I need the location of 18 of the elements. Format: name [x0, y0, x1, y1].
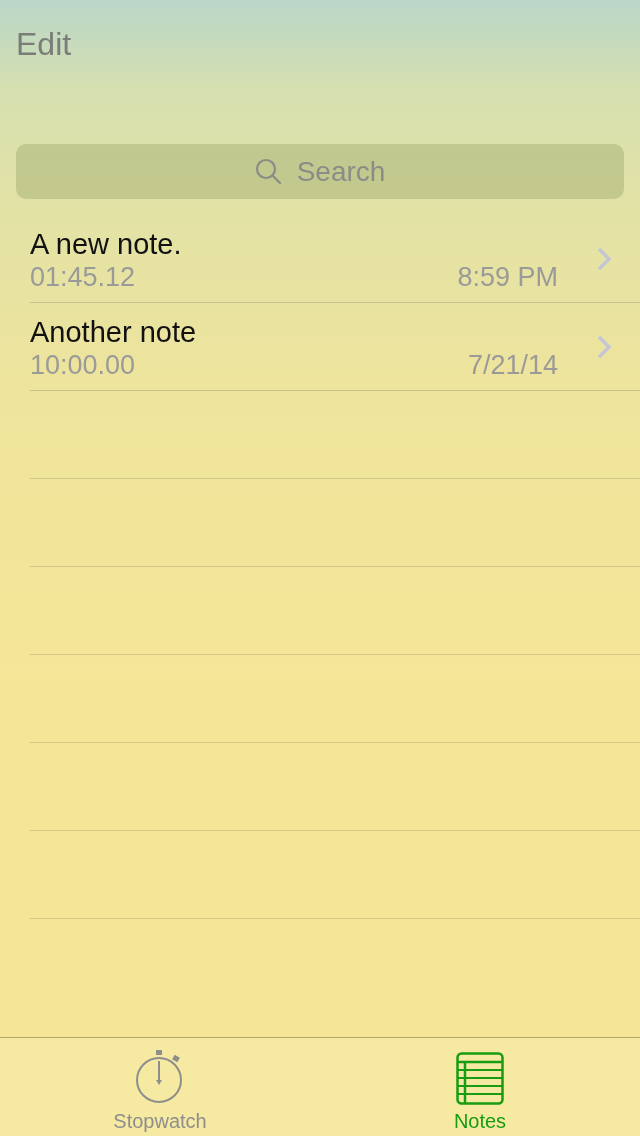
stopwatch-icon — [135, 1049, 185, 1105]
search-placeholder: Search — [296, 155, 386, 188]
note-title: A new note. — [30, 226, 183, 261]
note-row[interactable]: A new note. 01:45.12 8:59 PM — [30, 215, 640, 302]
note-duration: 10:00.00 — [30, 348, 136, 381]
tab[interactable]: Stopwatch — [0, 1038, 320, 1136]
tab[interactable]: Notes — [320, 1038, 640, 1136]
note-duration: 01:45.12 — [30, 260, 136, 293]
note-date: 7/21/14 — [467, 348, 558, 381]
chevron-icon — [596, 333, 612, 360]
note-row[interactable]: Another note 10:00.00 7/21/14 — [30, 303, 640, 390]
note-date: 8:59 PM — [457, 260, 558, 293]
notes-icon — [456, 1052, 504, 1105]
search-field[interactable]: Search — [16, 144, 624, 199]
edit-button[interactable]: Edit — [16, 24, 72, 64]
chevron-icon — [596, 245, 612, 272]
search-icon — [254, 157, 283, 186]
note-title: Another note — [30, 314, 198, 349]
